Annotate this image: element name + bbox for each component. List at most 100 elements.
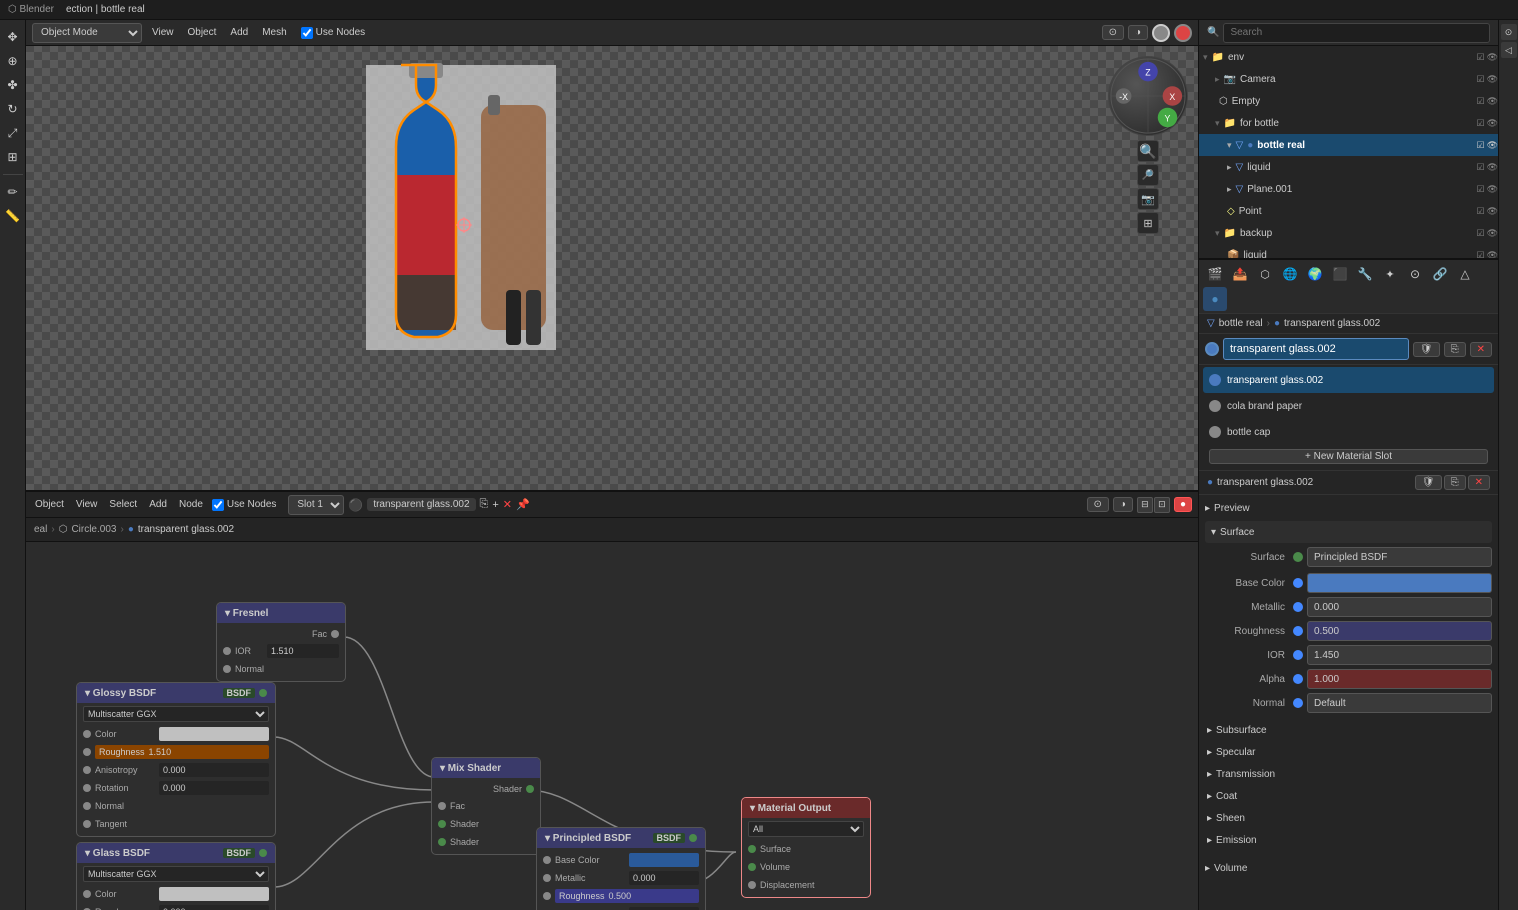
mat-copy-btn[interactable]: ⎘ [1444, 342, 1466, 357]
emission-collapse[interactable]: ▸ Emission [1205, 829, 1492, 851]
preview-header[interactable]: ▸ Preview [1205, 497, 1492, 519]
ne-view-icon-2[interactable]: ⊡ [1154, 497, 1170, 513]
ne-view-menu[interactable]: View [73, 499, 101, 510]
surface-type-btn[interactable]: Principled BSDF [1307, 547, 1492, 567]
mode-select[interactable]: Object Mode Edit Mode [32, 23, 142, 43]
ne-overlay-btn[interactable]: ⊙ [1087, 497, 1109, 512]
metallic-field[interactable]: 0.000 [1307, 597, 1492, 617]
outliner-row-plane001[interactable]: ▸ ▽ Plane.001 ☑ 👁 [1199, 178, 1498, 200]
outliner-row-backup[interactable]: ▾ 📁 backup ☑ 👁 [1199, 222, 1498, 244]
volume-header[interactable]: ▸ Volume [1205, 857, 1492, 879]
fresnel-ior-val[interactable]: 1.510 [271, 646, 294, 656]
mat-add-btn[interactable]: + New Material Slot [1209, 449, 1488, 464]
toolbar-rotate-icon[interactable]: ↻ [2, 98, 24, 120]
ne-pin-icon[interactable]: 📌 [516, 498, 530, 511]
add-menu[interactable]: Add [226, 27, 252, 38]
camera-view-btn[interactable]: 📷 [1137, 188, 1159, 210]
outliner-row-empty[interactable]: ⬡ Empty ☑ 👁 [1199, 90, 1498, 112]
normal-field[interactable]: Default [1307, 693, 1492, 713]
output-props-icon[interactable]: 📤 [1228, 262, 1252, 286]
ne-node-menu[interactable]: Node [176, 499, 206, 510]
viewport-shading-solid[interactable] [1152, 24, 1170, 42]
toolbar-transform-icon[interactable]: ⊞ [2, 146, 24, 168]
toolbar-cursor-icon[interactable]: ⊕ [2, 50, 24, 72]
mat-fake-user-btn[interactable]: 🛡 [1413, 342, 1440, 357]
material-item-transparent[interactable]: transparent glass.002 [1203, 367, 1494, 393]
toolbar-select-icon[interactable]: ✥ [2, 26, 24, 48]
transmission-collapse[interactable]: ▸ Transmission [1205, 763, 1492, 785]
constraints-props-icon[interactable]: 🔗 [1428, 262, 1452, 286]
ior-field[interactable]: 1.450 [1307, 645, 1492, 665]
outliner-row-liquid2[interactable]: 📦 liquid ☑ 👁 [1199, 244, 1498, 258]
glossy-roughness-val[interactable]: 1.510 [149, 747, 172, 757]
ne-object-menu[interactable]: Object [32, 499, 67, 510]
glossy-rotation-val[interactable]: 0.000 [163, 783, 186, 793]
material-props-icon[interactable]: ● [1203, 287, 1227, 311]
mat-shield-btn[interactable]: 🛡 [1415, 475, 1442, 490]
glossy-dist-select[interactable]: Multiscatter GGX [83, 706, 269, 722]
pbsdf-metallic-val[interactable]: 0.000 [633, 873, 656, 883]
mat-copy-btn2[interactable]: ⎘ [1444, 475, 1466, 490]
node-canvas[interactable]: ▾ Fresnel Fac IOR 1.510 [26, 542, 1198, 910]
surface-header[interactable]: ▾ Surface [1205, 521, 1492, 543]
render-props-icon[interactable]: 🎬 [1203, 262, 1227, 286]
outliner-row-point[interactable]: ◇ Point ☑ 👁 [1199, 200, 1498, 222]
pbsdf-roughness-val[interactable]: 0.500 [609, 891, 632, 901]
glossy-anisotropy-val[interactable]: 0.000 [163, 765, 186, 775]
ne-use-nodes-checkbox[interactable] [212, 499, 224, 511]
particles-props-icon[interactable]: ✦ [1378, 262, 1402, 286]
navigation-gizmo[interactable]: X -X Z Y [1108, 56, 1188, 136]
modifier-props-icon[interactable]: 🔧 [1353, 262, 1377, 286]
outliner-row-env[interactable]: ▾ 📁 env ☑ 👁 [1199, 46, 1498, 68]
outliner-row-liquid[interactable]: ▸ ▽ liquid ☑ 👁 [1199, 156, 1498, 178]
zoom-in-btn[interactable]: 🔍 [1137, 140, 1159, 162]
specular-collapse[interactable]: ▸ Specular [1205, 741, 1492, 763]
ne-view-icon-1[interactable]: ⊟ [1137, 497, 1153, 513]
ne-copy-icon[interactable]: ⎘ [480, 498, 489, 511]
scene-props-icon[interactable]: 🌐 [1278, 262, 1302, 286]
mat-delete-btn[interactable]: ✕ [1470, 342, 1492, 357]
mat-output-target[interactable]: All [748, 821, 864, 837]
fr-icon-2[interactable]: ◁ [1501, 42, 1517, 58]
zoom-out-btn[interactable]: 🔎 [1137, 164, 1159, 186]
world-props-icon[interactable]: 🌍 [1303, 262, 1327, 286]
viewport-shading-render[interactable] [1174, 24, 1192, 42]
grid-btn[interactable]: ⊞ [1137, 212, 1159, 234]
material-item-cola[interactable]: cola brand paper [1203, 393, 1494, 419]
object-data-icon[interactable]: △ [1453, 262, 1477, 286]
view-menu[interactable]: View [148, 27, 178, 38]
subsurface-collapse[interactable]: ▸ Subsurface [1205, 719, 1492, 741]
ne-shading-btn[interactable]: ◑ [1113, 497, 1133, 512]
alpha-field[interactable]: 1.000 [1307, 669, 1492, 689]
base-color-swatch[interactable] [1307, 573, 1492, 593]
outliner-row-bottlereal[interactable]: ▾ ▽ ● bottle real ☑ 👁 [1199, 134, 1498, 156]
ne-render-btn[interactable]: ● [1174, 497, 1192, 512]
toolbar-measure-icon[interactable]: 📏 [2, 205, 24, 227]
outliner-row-camera[interactable]: ▸ 📷 Camera ☑ 👁 [1199, 68, 1498, 90]
overlay-button[interactable]: ⊙ [1102, 25, 1124, 40]
toolbar-move-icon[interactable]: ✤ [2, 74, 24, 96]
object-menu[interactable]: Object [184, 27, 221, 38]
glass-dist-select[interactable]: Multiscatter GGX [83, 866, 269, 882]
material-name-input[interactable] [1223, 338, 1409, 360]
object-props-icon[interactable]: ⬛ [1328, 262, 1352, 286]
ne-new-icon[interactable]: + [492, 499, 498, 511]
physics-props-icon[interactable]: ⊙ [1403, 262, 1427, 286]
outliner-row-forbottle[interactable]: ▾ 📁 for bottle ☑ 👁 [1199, 112, 1498, 134]
material-item-cap[interactable]: bottle cap [1203, 419, 1494, 445]
use-nodes-checkbox[interactable] [301, 27, 313, 39]
ne-slot-select[interactable]: Slot 1 [288, 495, 344, 515]
mat-del-btn2[interactable]: ✕ [1468, 475, 1490, 490]
toolbar-annotate-icon[interactable]: ✏ [2, 181, 24, 203]
ne-select-menu[interactable]: Select [106, 499, 140, 510]
outliner-search-input[interactable] [1223, 23, 1490, 43]
fr-icon-1[interactable]: ⊙ [1501, 24, 1517, 40]
roughness-field[interactable]: 0.500 [1307, 621, 1492, 641]
ne-add-menu[interactable]: Add [146, 499, 170, 510]
view-layer-icon[interactable]: ⬡ [1253, 262, 1277, 286]
toolbar-scale-icon[interactable]: ⤢ [2, 122, 24, 144]
ne-delete-icon[interactable]: ✕ [503, 498, 512, 511]
shading-button[interactable]: ◑ [1128, 25, 1148, 40]
sheen-collapse[interactable]: ▸ Sheen [1205, 807, 1492, 829]
coat-collapse[interactable]: ▸ Coat [1205, 785, 1492, 807]
